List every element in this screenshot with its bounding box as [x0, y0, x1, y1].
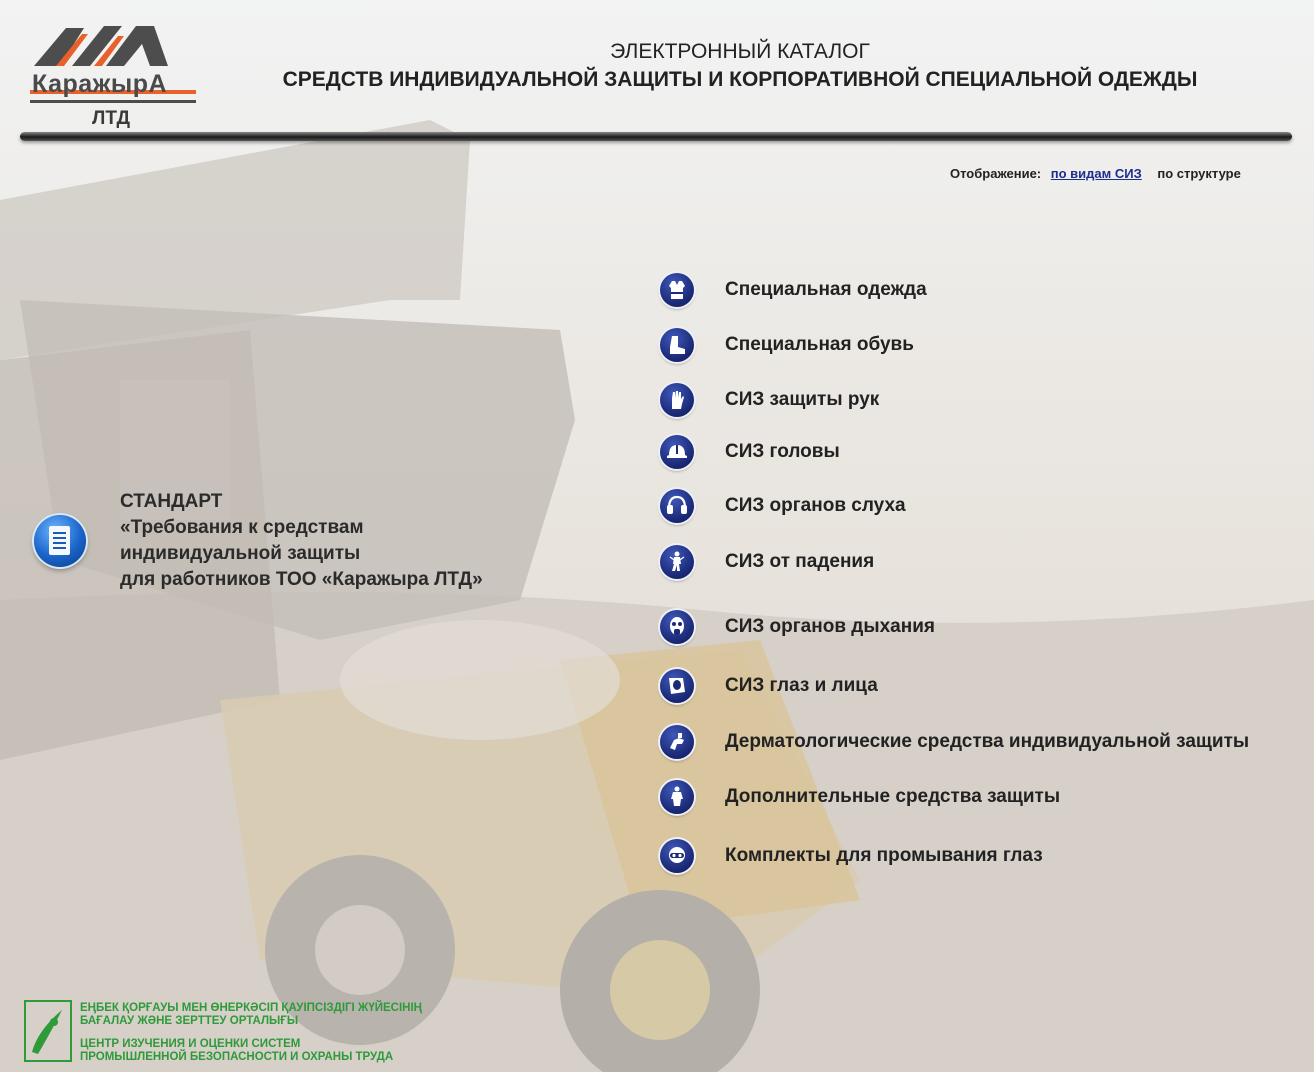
- category-label: СИЗ защиты рук: [725, 389, 880, 410]
- view-switch-label: Отображение:: [950, 166, 1042, 181]
- research-center-name: Еңбек қорғауы мен өнеркәсіп қауіпсіздігі…: [80, 1002, 422, 1064]
- standard-line-1: СТАНДАРТ: [120, 491, 223, 512]
- hand-cream-icon: [660, 725, 694, 759]
- footer-kz-line-1: Еңбек қорғауы мен өнеркәсіп қауіпсіздігі…: [80, 1002, 422, 1014]
- footer-ru-line-1: Центр изучения и оценки систем: [80, 1038, 301, 1050]
- category-label: Специальная обувь: [725, 334, 914, 355]
- brand-sub: ЛТД: [92, 108, 130, 129]
- glove-icon: [660, 383, 694, 417]
- category-label: СИЗ глаз и лица: [725, 675, 878, 696]
- standard-line-4: для работников ТОО «Каражыра ЛТД»: [120, 569, 483, 590]
- category-label: СИЗ органов дыхания: [725, 616, 935, 637]
- category-label: СИЗ от падения: [725, 551, 875, 572]
- standard-line-2: «Требования к средствам: [120, 517, 364, 538]
- category-label: Специальная одежда: [725, 279, 927, 300]
- face-shield-icon: [660, 669, 694, 703]
- category-label: Комплекты для промывания глаз: [725, 845, 1043, 866]
- view-by-type-link[interactable]: по видам СИЗ: [1051, 166, 1142, 181]
- title-line-2: СРЕДСТВ ИНДИВИДУАЛЬНОЙ ЗАЩИТЫ И КОРПОРАТ…: [282, 68, 1198, 91]
- standard-line-3: индивидуальной защиты: [120, 543, 361, 564]
- page-title: ЭЛЕКТРОННЫЙ КАТАЛОГ СРЕДСТВ ИНДИВИДУАЛЬН…: [200, 38, 1280, 95]
- boot-icon: [660, 328, 694, 362]
- category-special-footwear[interactable]: Специальная обувь: [660, 328, 914, 362]
- footer-kz-line-2: бағалау және зерттеу орталығы: [80, 1015, 299, 1027]
- title-line-1: ЭЛЕКТРОННЫЙ КАТАЛОГ: [610, 40, 870, 63]
- category-eye-wash-kits[interactable]: Комплекты для промывания глаз: [660, 839, 1043, 873]
- category-head-protection[interactable]: СИЗ головы: [660, 435, 840, 469]
- company-logo[interactable]: КаражырА ЛТД: [26, 18, 201, 130]
- category-dermatological-protection[interactable]: Дерматологические средства индивидуально…: [660, 725, 1249, 759]
- category-hearing-protection[interactable]: СИЗ органов слуха: [660, 489, 906, 523]
- category-label: СИЗ головы: [725, 441, 840, 462]
- category-fall-protection[interactable]: СИЗ от падения: [660, 545, 874, 579]
- category-label: Дополнительные средства защиты: [725, 786, 1061, 807]
- standard-document-icon[interactable]: [34, 515, 86, 567]
- goggles-icon: [660, 839, 694, 873]
- category-label: СИЗ органов слуха: [725, 495, 906, 516]
- category-respiratory-protection[interactable]: СИЗ органов дыхания: [660, 610, 935, 644]
- category-eye-face-protection[interactable]: СИЗ глаз и лица: [660, 669, 878, 703]
- coverall-icon: [660, 780, 694, 814]
- header-divider: [20, 132, 1292, 141]
- standard-link[interactable]: СТАНДАРТ «Требования к средствам индивид…: [120, 489, 483, 593]
- vest-icon: [660, 273, 694, 307]
- respirator-icon: [660, 610, 694, 644]
- category-label: Дерматологические средства индивидуально…: [725, 731, 1250, 752]
- helmet-icon: [660, 435, 694, 469]
- category-special-clothing[interactable]: Специальная одежда: [660, 273, 927, 307]
- category-hand-protection[interactable]: СИЗ защиты рук: [660, 383, 879, 417]
- view-switch: Отображение: по видам СИЗ по структуре: [950, 166, 1241, 181]
- footer-ru-line-2: промышленной безопасности и охраны труда: [80, 1051, 394, 1063]
- ear-protection-icon: [660, 489, 694, 523]
- category-additional-protection[interactable]: Дополнительные средства защиты: [660, 780, 1060, 814]
- brand-name: КаражырА: [32, 70, 168, 98]
- view-by-structure-link[interactable]: по структуре: [1157, 166, 1240, 181]
- harness-icon: [660, 545, 694, 579]
- research-center-logo-icon: [24, 1000, 72, 1062]
